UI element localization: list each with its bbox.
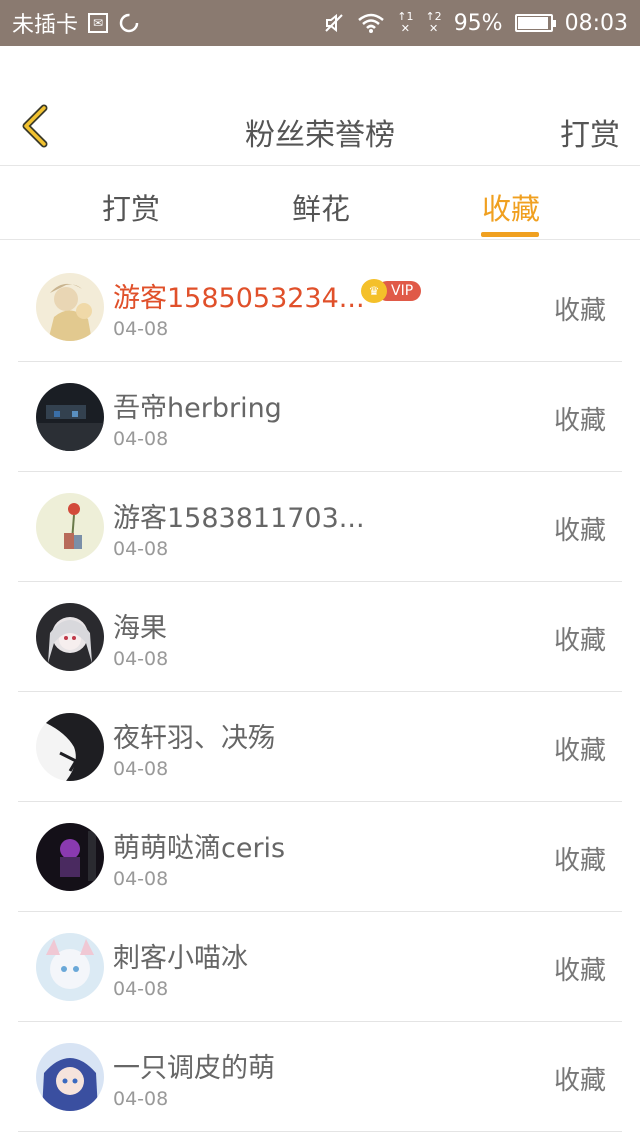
user-name: 游客1585053234...: [113, 283, 365, 314]
date-label: 04-08: [113, 758, 169, 780]
date-label: 04-08: [113, 1088, 169, 1110]
tab-favorites[interactable]: 收藏: [482, 186, 540, 228]
carrier-label: 未插卡: [12, 13, 79, 38]
wifi-icon: [357, 12, 385, 34]
reward-button[interactable]: 打赏: [560, 110, 620, 154]
mute-icon: [323, 12, 345, 34]
avatar: [36, 383, 104, 451]
vip-badge: ♛ VIP: [361, 279, 422, 303]
list-item[interactable]: 游客1583811703... 04-08 收藏: [18, 472, 622, 582]
date-label: 04-08: [113, 538, 169, 560]
favorite-label: 收藏: [553, 846, 606, 876]
date-label: 04-08: [113, 978, 169, 1000]
date-label: 04-08: [113, 428, 169, 450]
sync-icon: [118, 12, 140, 34]
list-item[interactable]: 夜轩羽、决殇 04-08 收藏: [18, 692, 622, 802]
active-tab-indicator: [481, 232, 539, 237]
status-bar: 未插卡 ✉ ↑1 ✕ ↑2 ✕ 95% 08:03: [0, 0, 640, 46]
fan-list: 游客1585053234... ♛ VIP 04-08 收藏 吾帝herbrin…: [0, 252, 640, 1132]
clock: 08:03: [564, 10, 628, 36]
favorite-label: 收藏: [553, 626, 606, 656]
favorite-label: 收藏: [553, 956, 606, 986]
user-name: 吾帝herbring: [113, 393, 282, 424]
battery-percent: 95%: [453, 10, 503, 36]
date-label: 04-08: [113, 648, 169, 670]
favorite-label: 收藏: [553, 736, 606, 766]
favorite-label: 收藏: [553, 406, 606, 436]
avatar: [36, 1043, 104, 1111]
crown-icon: ♛: [361, 279, 387, 303]
list-item[interactable]: 海果 04-08 收藏: [18, 582, 622, 692]
signal-1-icon: ↑1 ✕: [397, 10, 414, 35]
avatar: [36, 823, 104, 891]
favorite-label: 收藏: [553, 296, 606, 326]
avatar: [36, 273, 104, 341]
user-name: 海果: [113, 613, 167, 644]
list-item[interactable]: 吾帝herbring 04-08 收藏: [18, 362, 622, 472]
avatar: [36, 493, 104, 561]
avatar: [36, 603, 104, 671]
sim-card-icon: ✉: [88, 13, 109, 33]
user-name: 游客1583811703...: [113, 503, 365, 534]
avatar: [36, 933, 104, 1001]
list-item[interactable]: 一只调皮的萌 04-08 收藏: [18, 1022, 622, 1132]
battery-icon: [514, 14, 556, 32]
favorite-label: 收藏: [553, 1066, 606, 1096]
avatar: [36, 713, 104, 781]
tab-bar: 打赏 鲜花 收藏: [0, 166, 640, 240]
date-label: 04-08: [113, 868, 169, 890]
tab-reward[interactable]: 打赏: [102, 186, 160, 228]
user-name: 刺客小喵冰: [113, 943, 248, 974]
header: 粉丝荣誉榜 打赏: [0, 88, 640, 166]
favorite-label: 收藏: [553, 516, 606, 546]
user-name: 一只调皮的萌: [113, 1053, 275, 1084]
user-name: 夜轩羽、决殇: [113, 723, 275, 754]
signal-2-icon: ↑2 ✕: [425, 10, 442, 35]
list-item[interactable]: 萌萌哒滴ceris 04-08 收藏: [18, 802, 622, 912]
tab-flowers[interactable]: 鲜花: [292, 186, 350, 228]
list-item[interactable]: 刺客小喵冰 04-08 收藏: [18, 912, 622, 1022]
list-item[interactable]: 游客1585053234... ♛ VIP 04-08 收藏: [18, 252, 622, 362]
page-title: 粉丝荣誉榜: [245, 118, 395, 153]
date-label: 04-08: [113, 318, 169, 340]
user-name: 萌萌哒滴ceris: [113, 833, 286, 864]
